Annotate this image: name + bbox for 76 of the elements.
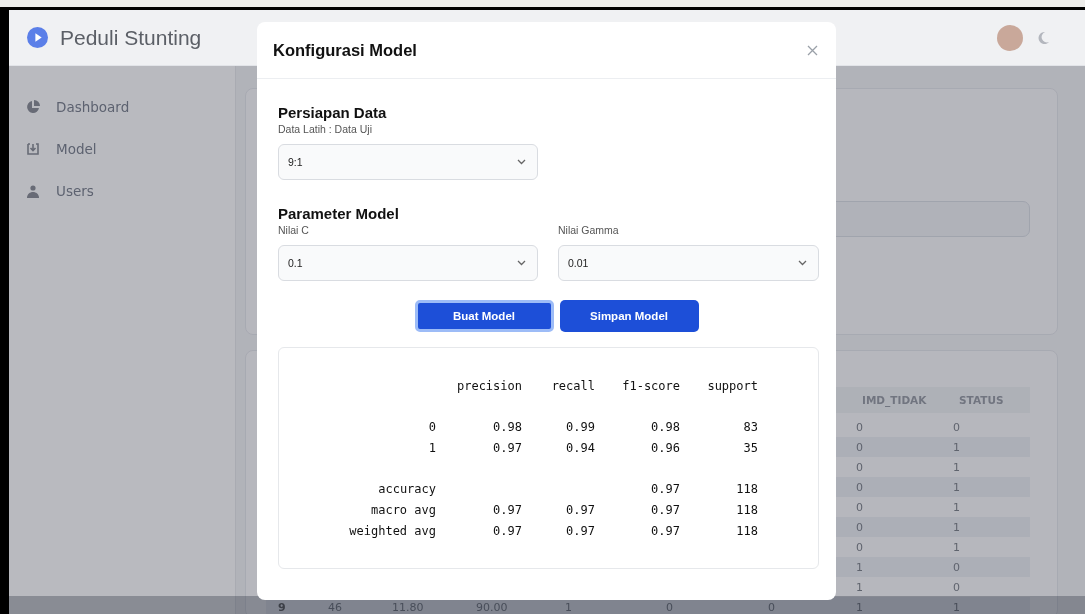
table-cell-text: 1 — [855, 560, 864, 574]
report-label: 0 — [427, 419, 436, 434]
download-icon — [26, 142, 40, 156]
column-header: STATUS — [958, 394, 1005, 406]
table-cell-text: 9 — [277, 600, 287, 614]
table-cell-text: 1 — [855, 600, 864, 614]
section-title: Persiapan Data — [278, 104, 388, 121]
report-value: 0.98 — [650, 419, 680, 434]
field-label: Nilai Gamma — [558, 224, 620, 236]
table-cell-text: 1 — [952, 440, 961, 454]
report-value: 0.97 — [492, 440, 522, 455]
play-logo-icon — [27, 27, 48, 48]
report-value: 83 — [742, 419, 758, 434]
table-cell-text: 0 — [952, 580, 961, 594]
table-cell-text: 1 — [952, 460, 961, 474]
model-button[interactable]: Simpan Model — [559, 300, 699, 332]
model-button[interactable]: Buat Model — [414, 300, 554, 332]
table-cell-text: 0 — [855, 500, 864, 514]
column-header: IMD_TIDAK — [861, 394, 928, 406]
report-value: 118 — [735, 523, 758, 538]
report-value: 0.99 — [565, 419, 595, 434]
modal-title: Konfigurasi Model — [273, 40, 417, 60]
table-cell-text: 1 — [952, 520, 961, 534]
table-cell-text: 1 — [564, 600, 573, 614]
field-label: Nilai C — [278, 224, 310, 236]
pie-chart-icon — [26, 100, 40, 114]
table-cell-text: 1 — [855, 580, 864, 594]
report-header: recall — [550, 378, 595, 393]
table-cell-text: 0 — [855, 540, 864, 554]
table-cell-text: 90.00 — [475, 600, 509, 614]
user-icon — [26, 184, 40, 198]
select-field[interactable]: 0.01 — [558, 245, 819, 281]
report-label: weighted avg — [348, 523, 436, 538]
chevron-down-icon — [517, 260, 526, 266]
report-header: f1-score — [621, 378, 680, 393]
field-label: Data Latih : Data Uji — [278, 123, 373, 135]
report-header: precision — [455, 378, 522, 393]
chevron-down-icon — [517, 159, 526, 165]
table-cell-text: 1 — [952, 500, 961, 514]
table-cell-text: 0 — [855, 520, 864, 534]
report-value: 0.96 — [650, 440, 680, 455]
report-label: 1 — [427, 440, 436, 455]
app-title: Peduli Stunting — [60, 25, 202, 50]
table-cell-text: 0 — [952, 560, 961, 574]
report-value: 0.97 — [565, 523, 595, 538]
report-value: 0.97 — [492, 523, 522, 538]
table-cell-text: 0 — [855, 460, 864, 474]
report-value: 0.97 — [650, 502, 680, 517]
select-field[interactable]: 0.1 — [278, 245, 538, 281]
report-header: support — [706, 378, 758, 393]
table-cell-text: 1 — [952, 480, 961, 494]
section-title: Parameter Model — [278, 205, 400, 222]
avatar[interactable] — [997, 24, 1023, 51]
table-cell-text: 11.80 — [391, 600, 425, 614]
table-cell-text: 0 — [855, 440, 864, 454]
table-cell-text: 0 — [952, 420, 961, 434]
report-value: 118 — [735, 481, 758, 496]
table-cell-text: 0 — [855, 480, 864, 494]
report-value: 0.97 — [650, 523, 680, 538]
moon-icon[interactable] — [1037, 31, 1049, 44]
select-field[interactable]: 9:1 — [278, 144, 538, 180]
report-value: 0.97 — [565, 502, 595, 517]
close-icon[interactable] — [807, 44, 818, 56]
report-value: 0.94 — [565, 440, 595, 455]
report-value: 35 — [742, 440, 758, 455]
report-value: 0.97 — [492, 502, 522, 517]
table-cell-text: 1 — [952, 540, 961, 554]
report-label: accuracy — [377, 481, 436, 496]
table-cell-text: 1 — [952, 600, 961, 614]
report-value: 0.98 — [492, 419, 522, 434]
table-cell-text: 0 — [855, 420, 864, 434]
report-value: 118 — [735, 502, 758, 517]
report-label: macro avg — [369, 502, 436, 517]
table-cell-text: 46 — [327, 600, 343, 614]
report-value: 0.97 — [650, 481, 680, 496]
chevron-down-icon — [798, 260, 807, 266]
